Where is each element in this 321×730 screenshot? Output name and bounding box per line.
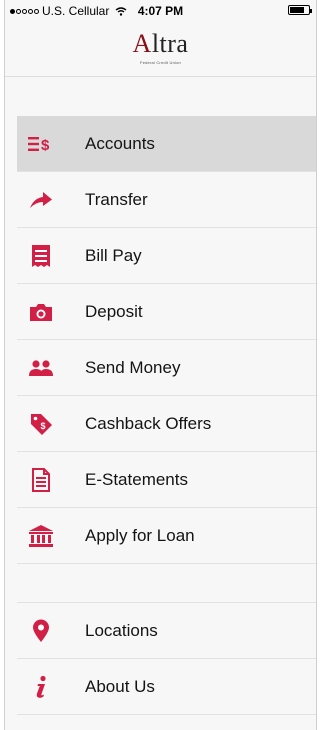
menu-item-transfer[interactable]: Transfer <box>17 172 316 228</box>
bill-icon <box>27 242 55 270</box>
menu-item-bill-pay[interactable]: Bill Pay <box>17 228 316 284</box>
side-menu: $ Accounts Transfer Bill Pay Deposit Sen… <box>17 116 316 715</box>
menu-divider-gap <box>17 564 316 603</box>
menu-item-label: About Us <box>85 676 155 696</box>
document-icon <box>27 466 55 494</box>
menu-item-label: Transfer <box>85 189 148 209</box>
menu-item-label: Bill Pay <box>85 245 142 265</box>
status-time: 4:07 PM <box>137 4 184 18</box>
map-pin-icon <box>27 617 55 645</box>
info-icon <box>27 673 55 701</box>
transfer-arrow-icon <box>27 186 55 214</box>
header-logo-area: Altra Federal Credit Union <box>5 20 316 77</box>
menu-item-locations[interactable]: Locations <box>17 603 316 659</box>
menu-item-about-us[interactable]: About Us <box>17 659 316 715</box>
logo-rest: ltra <box>151 29 189 58</box>
people-icon <box>27 354 55 382</box>
menu-item-label: Send Money <box>85 357 181 377</box>
menu-item-e-statements[interactable]: E-Statements <box>17 452 316 508</box>
battery-icon <box>288 5 312 15</box>
menu-item-label: Accounts <box>85 133 155 153</box>
menu-item-cashback-offers[interactable]: $ Cashback Offers <box>17 396 316 452</box>
svg-text:$: $ <box>41 137 50 153</box>
menu-item-label: Locations <box>85 620 158 640</box>
app-frame: U.S. Cellular 4:07 PM Altra Federal Cred… <box>4 0 317 730</box>
altra-logo: Altra <box>5 29 316 59</box>
menu-item-label: Apply for Loan <box>85 525 195 545</box>
status-right <box>288 5 312 15</box>
tag-icon: $ <box>27 410 55 438</box>
accounts-icon: $ <box>27 130 55 158</box>
bank-icon <box>27 522 55 550</box>
camera-icon <box>27 298 55 326</box>
status-bar: U.S. Cellular 4:07 PM <box>5 0 316 20</box>
menu-item-deposit[interactable]: Deposit <box>17 284 316 340</box>
menu-item-accounts[interactable]: $ Accounts <box>17 116 316 172</box>
menu-item-label: Cashback Offers <box>85 413 212 433</box>
menu-item-label: E-Statements <box>85 469 188 489</box>
menu-item-send-money[interactable]: Send Money <box>17 340 316 396</box>
logo-first-letter: A <box>132 29 152 58</box>
logo-tagline: Federal Credit Union <box>140 60 181 65</box>
menu-item-apply-for-loan[interactable]: Apply for Loan <box>17 508 316 564</box>
menu-item-label: Deposit <box>85 301 143 321</box>
svg-text:$: $ <box>41 421 46 431</box>
